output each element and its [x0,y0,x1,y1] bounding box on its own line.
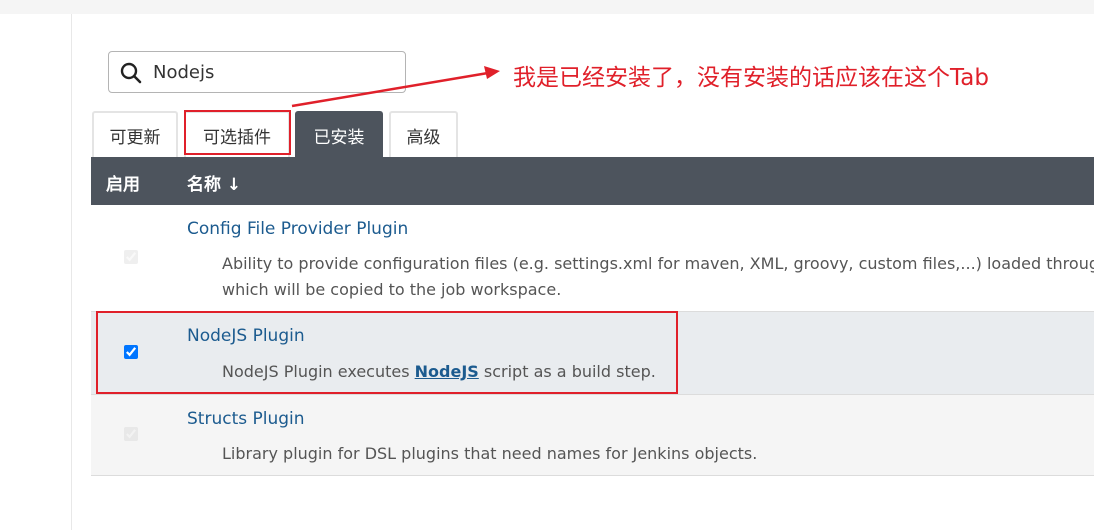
enabled-checkbox[interactable] [124,427,138,441]
table-header: 启用 名称 ↓ [91,157,1094,205]
search-box[interactable] [108,51,406,93]
tab-installed[interactable]: 已安装 [295,111,383,157]
plugin-description-line: which will be copied to the job workspac… [222,280,562,299]
top-bar [0,0,1094,14]
left-sidebar [0,14,72,530]
tab-advanced[interactable]: 高级 [389,111,458,157]
tab-updates[interactable]: 可更新 [92,111,178,157]
plugin-description-line: Ability to provide configuration files (… [222,254,1094,273]
description-text: NodeJS Plugin executes [222,362,415,381]
plugin-description-line: Library plugin for DSL plugins that need… [222,444,758,463]
description-text: script as a build step. [478,362,656,381]
header-name-sort[interactable]: 名称 ↓ [187,170,241,195]
plugin-name-link[interactable]: Config File Provider Plugin [187,219,408,239]
table-row: Config File Provider Plugin Ability to p… [91,205,1094,312]
plugin-description: Library plugin for DSL plugins that need… [222,441,1094,467]
enabled-checkbox[interactable] [124,250,138,264]
plugin-description: Ability to provide configuration files (… [222,251,1094,303]
table-row: NodeJS Plugin NodeJS Plugin executes Nod… [91,312,1094,395]
plugin-name-link[interactable]: NodeJS Plugin [187,326,305,346]
plugin-description: NodeJS Plugin executes NodeJS script as … [222,359,1094,385]
annotation-text: 我是已经安装了，没有安装的话应该在这个Tab [513,65,989,91]
nodejs-link[interactable]: NodeJS [415,362,479,381]
tab-available[interactable]: 可选插件 [184,111,290,157]
plugin-name-link[interactable]: Structs Plugin [187,409,305,429]
enabled-checkbox[interactable] [124,345,138,359]
search-input[interactable] [153,59,393,85]
header-enabled[interactable]: 启用 [106,170,140,195]
table-row: Structs Plugin Library plugin for DSL pl… [91,395,1094,476]
search-icon [120,62,142,84]
